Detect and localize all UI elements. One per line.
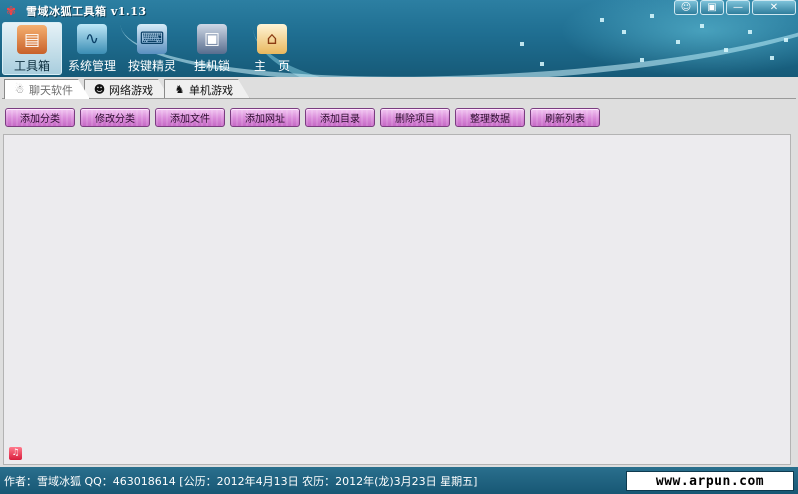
category-tabs: ☃ 聊天软件 ☻ 网络游戏 ♞ 单机游戏 bbox=[4, 79, 244, 99]
toolbar-keys[interactable]: ⌨ 按键精灵 bbox=[122, 22, 182, 75]
tab-chat[interactable]: ☃ 聊天软件 bbox=[4, 79, 90, 99]
monitor-icon: ∿ bbox=[77, 24, 107, 54]
add-file-button[interactable]: 添加文件 bbox=[155, 108, 225, 127]
toolbar-label: 按键精灵 bbox=[127, 59, 176, 73]
toolbar-label: 主 页 bbox=[253, 59, 290, 73]
tab-label: 聊天软件 bbox=[29, 83, 73, 97]
toolbar-system[interactable]: ∿ 系统管理 bbox=[62, 22, 122, 75]
chess-icon: ♞ bbox=[174, 83, 185, 96]
toolbar-label: 工具箱 bbox=[13, 59, 50, 73]
home-icon: ⌂ bbox=[257, 24, 287, 54]
toolbar-home[interactable]: ⌂ 主 页 bbox=[242, 22, 302, 75]
toolbar-label: 系统管理 bbox=[67, 59, 116, 73]
banner-sparkle bbox=[770, 56, 774, 60]
tab-online-games[interactable]: ☻ 网络游戏 bbox=[84, 79, 170, 99]
close-button[interactable]: ✕ bbox=[752, 0, 796, 15]
person-icon: ☻ bbox=[93, 83, 106, 96]
toolbar-lock[interactable]: ▣ 挂机锁 bbox=[182, 22, 242, 75]
tab-label: 单机游戏 bbox=[189, 83, 233, 97]
action-bar: 添加分类 修改分类 添加文件 添加网址 添加目录 删除项目 整理数据 刷新列表 bbox=[5, 108, 600, 127]
banner-sparkle bbox=[700, 24, 704, 28]
banner-sparkle bbox=[600, 18, 604, 22]
item-list-panel[interactable]: ♫ bbox=[3, 134, 791, 465]
tab-single-games[interactable]: ♞ 单机游戏 bbox=[164, 79, 250, 99]
banner-sparkle bbox=[650, 14, 654, 18]
banner-sparkle bbox=[640, 58, 644, 62]
banner-sparkle bbox=[724, 48, 728, 52]
status-text: 作者：雪域冰狐 QQ：463018614 [公历：2012年4月13日 农历：2… bbox=[4, 474, 478, 488]
add-folder-button[interactable]: 添加目录 bbox=[305, 108, 375, 127]
add-url-button[interactable]: 添加网址 bbox=[230, 108, 300, 127]
minimize-button[interactable]: — bbox=[726, 0, 750, 15]
status-bar: 作者：雪域冰狐 QQ：463018614 [公历：2012年4月13日 农历：2… bbox=[0, 467, 798, 494]
delete-item-button[interactable]: 删除项目 bbox=[380, 108, 450, 127]
organize-data-button[interactable]: 整理数据 bbox=[455, 108, 525, 127]
skin-button[interactable]: ☺ bbox=[674, 0, 698, 15]
tab-label: 网络游戏 bbox=[109, 83, 153, 97]
header-banner: ✾ 雪域冰狐工具箱 v1.13 ☺ ▣ — ✕ ▤ 工具箱 ∿ 系统管理 ⌨ 按… bbox=[0, 0, 798, 77]
refresh-list-button[interactable]: 刷新列表 bbox=[530, 108, 600, 127]
keyboard-icon: ⌨ bbox=[137, 24, 167, 54]
fox-icon: ✾ bbox=[5, 4, 17, 18]
client-area: ☃ 聊天软件 ☻ 网络游戏 ♞ 单机游戏 添加分类 修改分类 添加文件 添加网址… bbox=[0, 77, 798, 467]
qq-penguin-icon: ☃ bbox=[14, 83, 25, 96]
website-link[interactable]: www.arpun.com bbox=[626, 471, 794, 491]
banner-sparkle bbox=[748, 30, 752, 34]
title-bar: ✾ 雪域冰狐工具箱 v1.13 bbox=[4, 2, 147, 20]
banner-sparkle bbox=[784, 38, 788, 42]
edit-category-button[interactable]: 修改分类 bbox=[80, 108, 150, 127]
add-category-button[interactable]: 添加分类 bbox=[5, 108, 75, 127]
banner-sparkle bbox=[520, 42, 524, 46]
lock-computer-icon: ▣ bbox=[197, 24, 227, 54]
toolbar-label: 挂机锁 bbox=[193, 59, 230, 73]
window-title: 雪域冰狐工具箱 v1.13 bbox=[26, 5, 147, 18]
banner-sparkle bbox=[540, 62, 544, 66]
main-toolbar: ▤ 工具箱 ∿ 系统管理 ⌨ 按键精灵 ▣ 挂机锁 ⌂ 主 页 bbox=[2, 22, 302, 75]
tab-divider bbox=[2, 98, 796, 99]
banner-sparkle bbox=[622, 30, 626, 34]
toolbar-toolbox[interactable]: ▤ 工具箱 bbox=[2, 22, 62, 75]
window-controls: ☺ ▣ — ✕ bbox=[674, 0, 796, 15]
music-icon[interactable]: ♫ bbox=[9, 447, 22, 460]
tray-button[interactable]: ▣ bbox=[700, 0, 724, 15]
toolbox-icon: ▤ bbox=[17, 25, 47, 54]
banner-sparkle bbox=[676, 40, 680, 44]
